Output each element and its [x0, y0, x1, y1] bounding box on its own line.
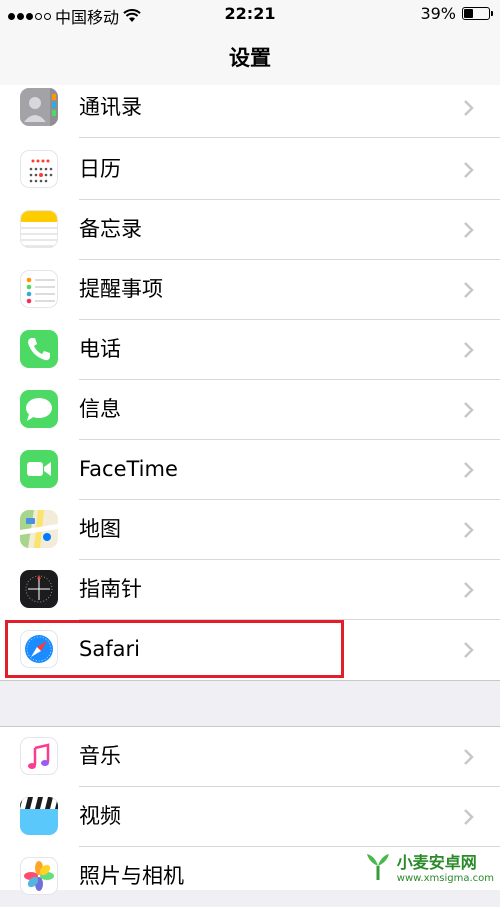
chevron-right-icon [464, 222, 474, 238]
chevron-right-icon [464, 100, 474, 116]
settings-row-label: 电话 [79, 337, 121, 361]
battery-status: 39% [420, 4, 493, 23]
messages-icon [20, 390, 58, 428]
chevron-right-icon [464, 402, 474, 418]
settings-row-videos[interactable]: 视频 [0, 787, 500, 847]
settings-row-label: 通讯录 [79, 95, 142, 119]
settings-row-label: 日历 [79, 157, 121, 181]
videos-icon [20, 797, 58, 835]
status-bar: 中国移动 22:21 39% [0, 0, 500, 28]
watermark-title: 小麦安卓网 [396, 853, 477, 872]
settings-row-messages[interactable]: 信息 [0, 380, 500, 440]
settings-row-music[interactable]: 音乐 [0, 727, 500, 787]
settings-row-label: 信息 [79, 397, 121, 421]
compass-icon [20, 570, 58, 608]
chevron-right-icon [464, 522, 474, 538]
chevron-right-icon [464, 342, 474, 358]
page-title: 设置 [229, 46, 271, 70]
chevron-right-icon [464, 749, 474, 765]
settings-row-label: 指南针 [79, 577, 142, 601]
settings-row-maps[interactable]: 地图 [0, 500, 500, 560]
watermark-logo-icon [366, 854, 389, 880]
facetime-icon [20, 450, 58, 488]
settings-row-contacts[interactable]: 通讯录 [0, 78, 500, 138]
watermark: 小麦安卓网 www.xmsigma.com [363, 849, 494, 885]
settings-row-label: 音乐 [79, 744, 121, 768]
battery-icon [462, 7, 493, 20]
settings-row-label: 照片与相机 [79, 864, 184, 888]
settings-row-label: FaceTime [79, 457, 178, 481]
photos-icon [20, 857, 58, 895]
settings-row-compass[interactable]: 指南针 [0, 560, 500, 620]
settings-group-apps: 通讯录 日历 备忘录 提醒事项 电话 信息 FaceTime 地图 指南针 Sa… [0, 85, 500, 681]
contacts-icon [20, 88, 58, 126]
settings-row-calendar[interactable]: 日历 [0, 140, 500, 200]
settings-row-reminders[interactable]: 提醒事项 [0, 260, 500, 320]
safari-highlight-box [5, 620, 344, 678]
music-icon [20, 737, 58, 775]
chevron-right-icon [464, 582, 474, 598]
battery-percent: 39% [420, 4, 456, 23]
watermark-url: www.xmsigma.com [396, 873, 494, 884]
notes-icon [20, 210, 58, 248]
chevron-right-icon [464, 162, 474, 178]
maps-icon [20, 510, 58, 548]
settings-row-label: 提醒事项 [79, 277, 163, 301]
phone-icon [20, 330, 58, 368]
chevron-right-icon [464, 642, 474, 658]
settings-row-label: 地图 [79, 517, 121, 541]
chevron-right-icon [464, 809, 474, 825]
settings-row-notes[interactable]: 备忘录 [0, 200, 500, 260]
calendar-icon [20, 150, 58, 188]
settings-row-label: 备忘录 [79, 217, 142, 241]
reminders-icon [20, 270, 58, 308]
settings-row-label: 视频 [79, 804, 121, 828]
chevron-right-icon [464, 462, 474, 478]
settings-row-facetime[interactable]: FaceTime [0, 440, 500, 500]
settings-row-phone[interactable]: 电话 [0, 320, 500, 380]
chevron-right-icon [464, 282, 474, 298]
